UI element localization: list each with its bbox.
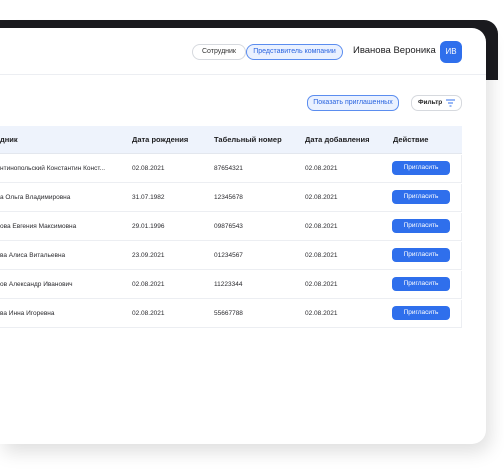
show-invited-button[interactable]: Показать приглашенных: [307, 95, 399, 111]
cell-personnel-number: 01234567: [214, 252, 243, 259]
cell-added-date: 02.08.2021: [305, 165, 338, 172]
role-company-rep-button[interactable]: Представитель компании: [246, 44, 343, 60]
employees-table: дник Дата рождения Табельный номер Дата …: [0, 126, 462, 328]
table-row: нтинопольский Константин Конст... 02.08.…: [0, 155, 462, 183]
cell-added-date: 02.08.2021: [305, 194, 338, 201]
cell-personnel-number: 55667788: [214, 310, 243, 317]
column-header-birth-date: Дата рождения: [132, 135, 189, 144]
cell-personnel-number: 87654321: [214, 165, 243, 172]
cell-personnel-number: 12345678: [214, 194, 243, 201]
cell-employee-name: а Ольга Владимировна: [0, 194, 71, 201]
cell-personnel-number: 11223344: [214, 281, 243, 288]
cell-added-date: 02.08.2021: [305, 223, 338, 230]
table-row: ва Инна Игоревна 02.08.2021 55667788 02.…: [0, 300, 462, 328]
cell-employee-name: ова Евгения Максимовна: [0, 223, 77, 230]
avatar[interactable]: ИВ: [440, 41, 462, 63]
cell-personnel-number: 09876543: [214, 223, 243, 230]
filter-button[interactable]: Фильтр: [411, 95, 462, 111]
column-header-employee: дник: [0, 135, 18, 144]
column-header-personnel-number: Табельный номер: [214, 135, 282, 144]
cell-employee-name: нтинопольский Константин Конст...: [0, 165, 106, 172]
column-header-added-date: Дата добавления: [305, 135, 370, 144]
invite-button[interactable]: Пригласить: [392, 277, 450, 291]
top-bar: Сотрудник Представитель компании Иванова…: [0, 28, 486, 75]
cell-birth-date: 23.09.2021: [132, 252, 165, 259]
cell-added-date: 02.08.2021: [305, 252, 338, 259]
cell-birth-date: 31.07.1982: [132, 194, 165, 201]
app-window: Сотрудник Представитель компании Иванова…: [0, 28, 486, 444]
cell-employee-name: ва Инна Игоревна: [0, 310, 55, 317]
invite-button[interactable]: Пригласить: [392, 219, 450, 233]
table-header: дник Дата рождения Табельный номер Дата …: [0, 126, 462, 154]
table-row: ова Евгения Максимовна 29.01.1996 098765…: [0, 213, 462, 241]
invite-button[interactable]: Пригласить: [392, 161, 450, 175]
invite-button[interactable]: Пригласить: [392, 306, 450, 320]
filter-label: Фильтр: [418, 99, 443, 106]
filter-icon: [446, 99, 455, 107]
cell-birth-date: 02.08.2021: [132, 165, 165, 172]
table-row: ов Александр Иванович 02.08.2021 1122334…: [0, 271, 462, 299]
cell-added-date: 02.08.2021: [305, 310, 338, 317]
cell-added-date: 02.08.2021: [305, 281, 338, 288]
role-staff-button[interactable]: Сотрудник: [192, 44, 246, 60]
column-header-action: Действие: [393, 135, 429, 144]
user-name: Иванова Вероника: [353, 45, 436, 56]
table-row: а Ольга Владимировна 31.07.1982 12345678…: [0, 184, 462, 212]
cell-birth-date: 02.08.2021: [132, 310, 165, 317]
cell-employee-name: ва Алиса Витальевна: [0, 252, 66, 259]
cell-birth-date: 02.08.2021: [132, 281, 165, 288]
table-row: ва Алиса Витальевна 23.09.2021 01234567 …: [0, 242, 462, 270]
invite-button[interactable]: Пригласить: [392, 190, 450, 204]
invite-button[interactable]: Пригласить: [392, 248, 450, 262]
cell-employee-name: ов Александр Иванович: [0, 281, 73, 288]
cell-birth-date: 29.01.1996: [132, 223, 165, 230]
